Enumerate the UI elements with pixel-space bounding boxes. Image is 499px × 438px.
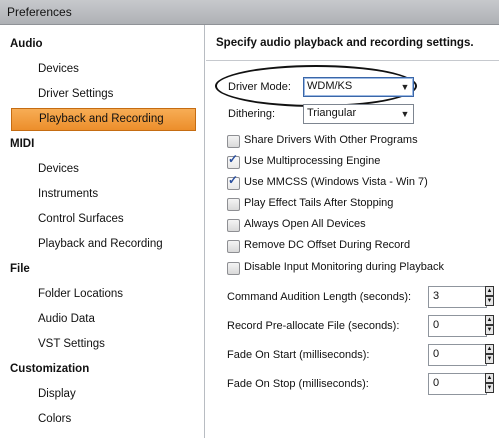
driver-mode-label: Driver Mode: (228, 81, 291, 93)
audition-length-label: Command Audition Length (seconds): (227, 291, 412, 303)
sidebar-item-colors[interactable]: Colors (11, 409, 194, 430)
preferences-sidebar: Audio Devices Driver Settings Playback a… (1, 25, 205, 438)
audition-length-value: 3 (433, 290, 440, 302)
fade-stop-input[interactable]: 0 (428, 373, 487, 395)
spin-down-icon[interactable]: ▼ (485, 325, 494, 335)
sidebar-item-vst-settings[interactable]: VST Settings (11, 334, 194, 355)
checkbox-label: Use Multiprocessing Engine (244, 155, 381, 167)
sidebar-item-label: Control Surfaces (38, 213, 124, 225)
sidebar-item-label: Colors (38, 413, 72, 425)
sidebar-item-label: Devices (38, 63, 79, 75)
dithering-value: Triangular (307, 107, 357, 119)
sidebar-item-label: Instruments (38, 188, 99, 200)
chevron-down-icon: ▼ (400, 109, 410, 119)
sidebar-item-audio-playback-recording[interactable]: Playback and Recording (11, 108, 196, 131)
spin-up-icon[interactable]: ▲ (485, 315, 494, 325)
fade-stop-label: Fade On Stop (milliseconds): (227, 378, 369, 390)
spin-up-icon[interactable]: ▲ (485, 373, 494, 383)
settings-panel: Specify audio playback and recording set… (206, 25, 499, 438)
checkbox-label: Play Effect Tails After Stopping (244, 197, 394, 209)
sidebar-item-instruments[interactable]: Instruments (11, 184, 194, 205)
sidebar-item-label: VST Settings (38, 338, 105, 350)
sidebar-item-audio-devices[interactable]: Devices (11, 59, 194, 80)
checkbox-label: Use MMCSS (Windows Vista - Win 7) (244, 176, 428, 188)
sidebar-item-label: Playback and Recording (38, 238, 163, 250)
checkmark-icon: ✓ (228, 152, 239, 166)
fade-start-input[interactable]: 0 (428, 344, 487, 366)
spin-up-icon[interactable]: ▲ (485, 286, 494, 296)
sidebar-item-label: Audio Data (38, 313, 95, 325)
fade-start-value: 0 (433, 348, 440, 360)
spin-down-icon[interactable]: ▼ (485, 296, 494, 306)
category-file[interactable]: File (10, 263, 30, 275)
category-customization[interactable]: Customization (10, 363, 89, 375)
checkbox-label: Remove DC Offset During Record (244, 239, 411, 251)
sidebar-item-audio-data[interactable]: Audio Data (11, 309, 194, 330)
category-midi[interactable]: MIDI (10, 138, 34, 150)
audition-length-input[interactable]: 3 (428, 286, 487, 308)
sidebar-item-label: Playback and Recording (39, 113, 164, 125)
sidebar-item-display[interactable]: Display (11, 384, 194, 405)
checkmark-icon: ✓ (228, 173, 239, 187)
checkbox-label: Share Drivers With Other Programs (244, 134, 418, 146)
category-audio[interactable]: Audio (10, 38, 43, 50)
checkbox-box (227, 219, 240, 232)
spin-up-icon[interactable]: ▲ (485, 344, 494, 354)
fade-start-label: Fade On Start (milliseconds): (227, 349, 370, 361)
chevron-down-icon: ▼ (400, 82, 410, 92)
checkbox-box (227, 135, 240, 148)
fade-stop-value: 0 (433, 377, 440, 389)
checkbox-box (227, 262, 240, 275)
spin-down-icon[interactable]: ▼ (485, 383, 494, 393)
title-bar: Preferences (0, 0, 499, 25)
panel-description: Specify audio playback and recording set… (216, 37, 474, 49)
fade-start-spinner[interactable]: ▲ ▼ (485, 344, 494, 364)
preallocate-label: Record Pre-allocate File (seconds): (227, 320, 400, 332)
driver-mode-select[interactable]: WDM/KS ▼ (303, 77, 414, 97)
preallocate-spinner[interactable]: ▲ ▼ (485, 315, 494, 335)
sidebar-item-label: Folder Locations (38, 288, 124, 300)
sidebar-item-midi-playback-recording[interactable]: Playback and Recording (11, 234, 194, 255)
sidebar-item-driver-settings[interactable]: Driver Settings (11, 84, 194, 105)
checkbox-label: Disable Input Monitoring during Playback (244, 261, 444, 273)
sidebar-item-midi-devices[interactable]: Devices (11, 159, 194, 180)
checkbox-label: Always Open All Devices (244, 218, 366, 230)
checkbox-box (227, 240, 240, 253)
audition-length-spinner[interactable]: ▲ ▼ (485, 286, 494, 306)
preallocate-value: 0 (433, 319, 440, 331)
panel-header: Specify audio playback and recording set… (206, 25, 499, 61)
checkbox-box (227, 198, 240, 211)
sidebar-item-label: Devices (38, 163, 79, 175)
preallocate-input[interactable]: 0 (428, 315, 487, 337)
sidebar-item-folder-locations[interactable]: Folder Locations (11, 284, 194, 305)
fade-stop-spinner[interactable]: ▲ ▼ (485, 373, 494, 393)
dithering-select[interactable]: Triangular ▼ (303, 104, 414, 124)
sidebar-item-label: Display (38, 388, 76, 400)
window-title: Preferences (7, 5, 72, 19)
sidebar-item-control-surfaces[interactable]: Control Surfaces (11, 209, 194, 230)
sidebar-item-label: Driver Settings (38, 88, 114, 100)
dithering-label: Dithering: (228, 108, 276, 120)
driver-mode-value: WDM/KS (307, 80, 353, 92)
spin-down-icon[interactable]: ▼ (485, 354, 494, 364)
